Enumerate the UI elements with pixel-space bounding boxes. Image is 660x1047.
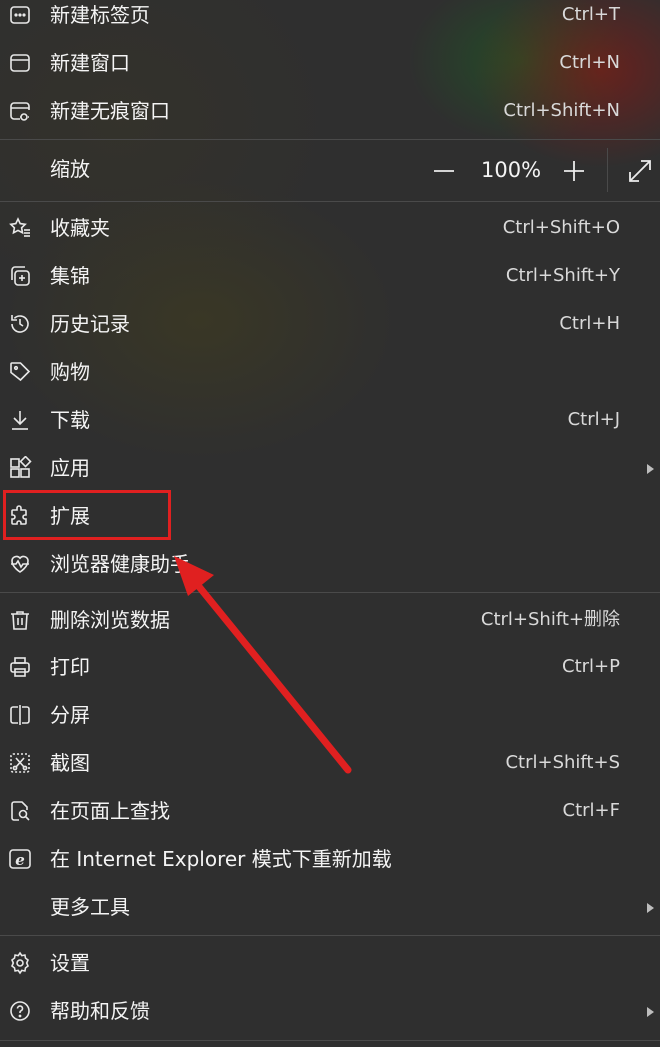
- trash-icon: [8, 608, 32, 632]
- shopping-tag-icon: [8, 360, 32, 384]
- internet-explorer-icon: e: [8, 847, 32, 871]
- annotation-highlight-box: [3, 490, 171, 540]
- plus-icon: [564, 161, 584, 181]
- zoom-level-value: 100%: [481, 158, 542, 182]
- menu-item-shortcut: Ctrl+H: [559, 313, 620, 334]
- menu-item-more-tools[interactable]: 更多工具: [0, 884, 660, 930]
- menu-item-label: 新建无痕窗口: [50, 99, 170, 123]
- find-page-icon: [8, 799, 32, 823]
- menu-item-shortcut: Ctrl+Shift+删除: [480, 609, 620, 630]
- gear-icon: [8, 951, 32, 975]
- zoom-divider: [607, 148, 608, 192]
- download-icon: [8, 408, 32, 432]
- menu-item-label: 应用: [50, 456, 90, 480]
- new-tab-icon: [8, 3, 32, 27]
- menu-item-label: 帮助和反馈: [50, 999, 150, 1023]
- menu-item-label: 历史记录: [50, 312, 130, 336]
- menu-item-split-screen[interactable]: 分屏: [0, 692, 660, 738]
- menu-item-label: 收藏夹: [50, 216, 110, 240]
- menu-item-shortcut: Ctrl+Shift+Y: [505, 265, 620, 286]
- menu-item-new-window[interactable]: 新建窗口 Ctrl+N: [0, 40, 660, 86]
- menu-item-print[interactable]: 打印 Ctrl+P: [0, 644, 660, 690]
- fullscreen-button[interactable]: [624, 155, 656, 187]
- menu-item-shortcut: Ctrl+J: [567, 409, 620, 430]
- menu-item-label: 打印: [50, 655, 90, 679]
- history-clock-icon: [8, 312, 32, 336]
- zoom-in-button[interactable]: [558, 155, 590, 187]
- menu-item-screenshot[interactable]: 截图 Ctrl+Shift+S: [0, 740, 660, 786]
- menu-divider: [0, 592, 660, 593]
- menu-item-favorites[interactable]: 收藏夹 Ctrl+Shift+O: [0, 205, 660, 251]
- inprivate-window-icon: [8, 99, 32, 123]
- menu-divider: [0, 935, 660, 936]
- menu-item-label: 新建标签页: [50, 3, 150, 27]
- menu-item-collections[interactable]: 集锦 Ctrl+Shift+Y: [0, 253, 660, 299]
- menu-item-shortcut: Ctrl+F: [562, 800, 620, 821]
- menu-item-find-on-page[interactable]: 在页面上查找 Ctrl+F: [0, 788, 660, 834]
- menu-item-reload-ie-mode[interactable]: e 在 Internet Explorer 模式下重新加载: [0, 836, 660, 882]
- menu-item-downloads[interactable]: 下载 Ctrl+J: [0, 397, 660, 443]
- menu-item-label: 在页面上查找: [50, 799, 170, 823]
- menu-item-new-tab[interactable]: 新建标签页 Ctrl+T: [0, 0, 660, 38]
- health-heart-icon: [8, 552, 32, 576]
- split-screen-icon: [8, 703, 32, 727]
- apps-grid-icon: [8, 456, 32, 480]
- menu-item-label: 在 Internet Explorer 模式下重新加载: [50, 847, 392, 871]
- submenu-arrow-icon: [647, 1007, 654, 1017]
- menu-item-label: 新建窗口: [50, 51, 130, 75]
- favorites-star-icon: [8, 216, 32, 240]
- window-icon: [8, 51, 32, 75]
- menu-item-clear-browsing-data[interactable]: 删除浏览数据 Ctrl+Shift+删除: [0, 597, 660, 643]
- menu-item-shortcut: Ctrl+T: [561, 4, 620, 25]
- submenu-arrow-icon: [647, 903, 654, 913]
- zoom-out-button[interactable]: [428, 155, 460, 187]
- menu-item-browser-health[interactable]: 浏览器健康助手: [0, 541, 660, 587]
- menu-item-help-feedback[interactable]: 帮助和反馈: [0, 988, 660, 1034]
- menu-item-shortcut: Ctrl+Shift+N: [503, 100, 620, 121]
- menu-item-label: 更多工具: [50, 895, 130, 919]
- help-question-icon: [8, 999, 32, 1023]
- menu-item-shopping[interactable]: 购物: [0, 349, 660, 395]
- menu-item-history[interactable]: 历史记录 Ctrl+H: [0, 301, 660, 347]
- submenu-arrow-icon: [647, 464, 654, 474]
- menu-item-shortcut: Ctrl+Shift+S: [505, 752, 620, 773]
- menu-item-label: 下载: [50, 408, 90, 432]
- screenshot-scissors-icon: [8, 751, 32, 775]
- collections-icon: [8, 264, 32, 288]
- menu-item-apps[interactable]: 应用: [0, 445, 660, 491]
- menu-item-shortcut: Ctrl+P: [562, 656, 620, 677]
- minus-icon: [434, 170, 454, 172]
- menu-item-label: 集锦: [50, 264, 90, 288]
- menu-divider: [0, 1040, 660, 1041]
- printer-icon: [8, 655, 32, 679]
- menu-item-label: 删除浏览数据: [50, 608, 170, 632]
- menu-item-settings[interactable]: 设置: [0, 940, 660, 986]
- menu-item-new-inprivate-window[interactable]: 新建无痕窗口 Ctrl+Shift+N: [0, 88, 660, 134]
- expand-diagonal-icon: [629, 160, 651, 182]
- menu-item-label: 设置: [50, 951, 90, 975]
- menu-item-label: 截图: [50, 751, 90, 775]
- menu-item-shortcut: Ctrl+N: [559, 52, 620, 73]
- menu-item-shortcut: Ctrl+Shift+O: [502, 217, 620, 238]
- menu-divider: [0, 201, 660, 202]
- svg-text:e: e: [15, 851, 25, 869]
- zoom-label: 缩放: [50, 157, 90, 181]
- menu-item-label: 浏览器健康助手: [50, 552, 190, 576]
- menu-item-label: 分屏: [50, 703, 90, 727]
- menu-item-label: 购物: [50, 360, 90, 384]
